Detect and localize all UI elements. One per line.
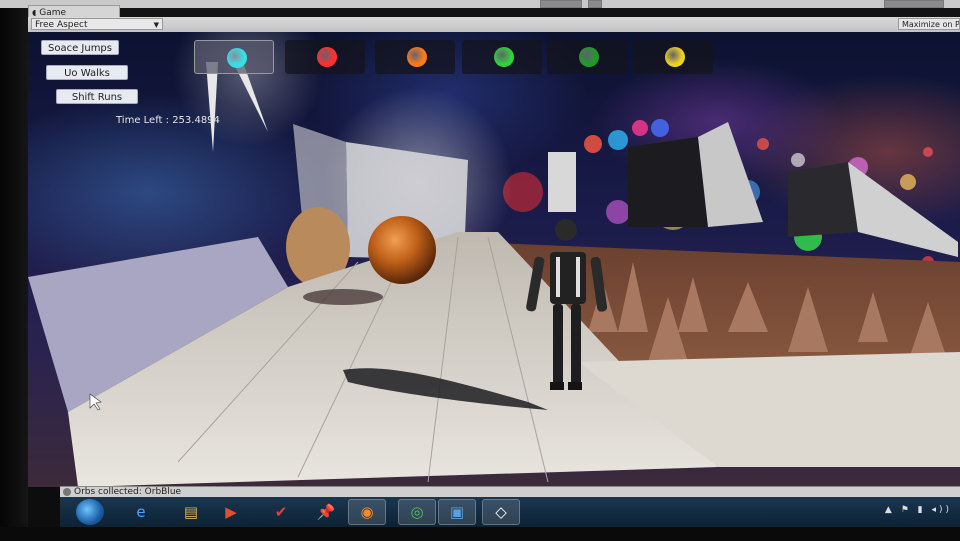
monitor-app-icon[interactable]: ▣	[438, 499, 476, 525]
orb-indicator-icon	[227, 48, 247, 68]
unity-icon[interactable]: ◇	[482, 499, 520, 525]
monitor-bezel	[0, 527, 960, 541]
orb-shadow	[303, 289, 383, 305]
aspect-label: Free Aspect	[35, 20, 88, 30]
orb-indicator-icon	[579, 47, 599, 67]
orb-slot	[194, 40, 274, 74]
scene-render	[28, 32, 960, 487]
space-jumps-label: Soace Jumps	[47, 43, 112, 54]
orb-indicator-icon	[494, 47, 514, 67]
layers-dropdown[interactable]	[884, 0, 944, 8]
start-button[interactable]	[76, 499, 104, 525]
info-icon	[63, 488, 71, 496]
status-bar: Orbs collected: OrbBlue	[60, 486, 960, 497]
orb-indicator-icon	[665, 47, 685, 67]
toolbar-button[interactable]	[540, 0, 582, 8]
firefox-icon[interactable]: ◉	[348, 499, 386, 525]
file-explorer-icon[interactable]: ▤	[172, 499, 210, 525]
orb-slot	[462, 40, 542, 74]
pin-icon[interactable]: 📌	[307, 499, 345, 525]
editor-top-bar	[0, 0, 960, 8]
shift-runs-label: Shift Runs	[71, 92, 123, 103]
game-window: ◖Game Free Aspect ▼ Maximize on Pla	[0, 0, 960, 541]
shift-runs-button[interactable]: Shift Runs	[56, 89, 138, 104]
orb-indicator-icon	[407, 47, 427, 67]
todoist-icon[interactable]: ✔	[262, 499, 300, 525]
orb-slot	[547, 40, 627, 74]
monitor-bezel	[0, 0, 28, 541]
media-player-icon[interactable]: ▶	[212, 499, 250, 525]
game-viewport[interactable]: Soace Jumps Uo Walks Shift Runs Time Lef…	[28, 32, 960, 487]
game-view-toolbar: Free Aspect ▼ Maximize on Pla	[28, 17, 960, 33]
windows-taskbar: e ▤ ▶ ✔ 📌 ◉ ◎ ▣ ◇ ▲ ⚑ ▮ ◂))	[60, 497, 960, 527]
dropdown-arrow-icon: ▼	[153, 21, 159, 29]
ie-icon[interactable]: e	[122, 499, 160, 525]
orb-slot	[633, 40, 713, 74]
up-walks-button[interactable]: Uo Walks	[46, 65, 128, 80]
maximize-label: Maximize on Pla	[902, 20, 960, 29]
aspect-dropdown[interactable]: Free Aspect ▼	[31, 18, 163, 30]
orb-slot	[375, 40, 455, 74]
toolbar-button[interactable]	[588, 0, 602, 8]
time-left-readout: Time Left : 253.4894	[116, 115, 220, 126]
distant-ramp	[698, 122, 763, 227]
distant-tower	[628, 137, 708, 227]
orange-orb	[368, 216, 436, 284]
orb-slot	[285, 40, 365, 74]
system-tray[interactable]: ▲ ⚑ ▮ ◂))	[885, 505, 952, 515]
maximize-on-play-toggle[interactable]: Maximize on Pla	[898, 18, 960, 30]
status-message: Orbs collected: OrbBlue	[74, 487, 182, 497]
chrome-icon[interactable]: ◎	[398, 499, 436, 525]
orb-indicator-icon	[317, 47, 337, 67]
distant-block	[788, 162, 858, 237]
distant-pillar	[548, 152, 576, 212]
space-jumps-button[interactable]: Soace Jumps	[41, 40, 119, 55]
up-walks-label: Uo Walks	[64, 68, 110, 79]
